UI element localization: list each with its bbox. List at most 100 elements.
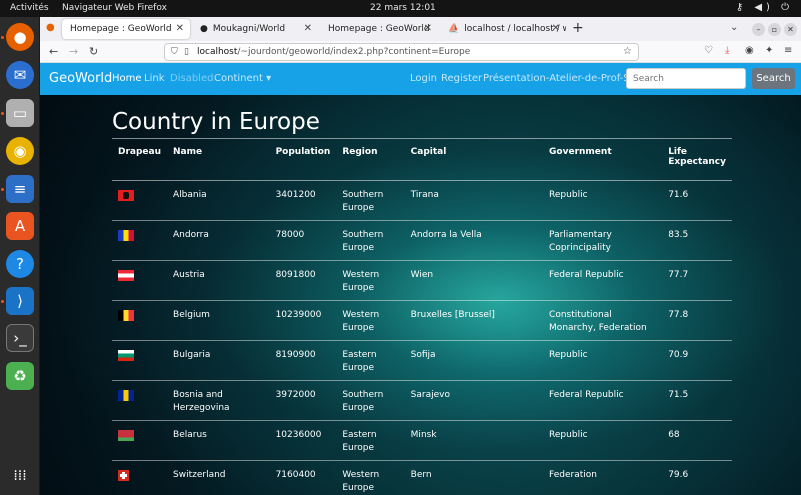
brand-link[interactable]: GeoWorld: [49, 71, 112, 86]
close-window-button[interactable]: ✕: [784, 23, 797, 36]
firefox-menu-icon[interactable]: ●: [46, 22, 55, 33]
flag-icon: [118, 430, 134, 441]
nav-register[interactable]: Register: [441, 73, 482, 84]
life-expectancy-cell: 70.9: [662, 340, 732, 381]
dock: ● ✉ ▭ ◉ ≡ A ? ⟩ ›_ ♻ ⁞⁞⁞: [0, 17, 40, 495]
population-cell: 8091800: [269, 260, 337, 301]
capital-cell: Minsk: [404, 420, 544, 461]
system-tray-icons[interactable]: ⚷ ◀) ⏻: [736, 2, 793, 13]
capital-cell: Andorra la Vella: [404, 220, 544, 261]
vscode-icon[interactable]: ⟩: [6, 287, 34, 315]
capital-cell: Wien: [404, 260, 544, 301]
shield-icon[interactable]: ⛉: [171, 44, 178, 60]
population-cell: 10236000: [269, 420, 337, 461]
nav-login[interactable]: Login: [410, 73, 437, 84]
url-bar[interactable]: ⛉ ▯ localhost/~jourdont/geoworld/index2.…: [164, 43, 639, 61]
close-icon[interactable]: ✕: [552, 23, 560, 34]
capital-cell: Bern: [404, 460, 544, 495]
name-cell: Belgium: [167, 300, 270, 341]
app-menu[interactable]: Navigateur Web Firefox: [62, 3, 167, 13]
life-expectancy-cell: 68: [662, 420, 732, 461]
countries-table: Drapeau Name Population Region Capital G…: [112, 138, 732, 495]
life-expectancy-cell: 83.5: [662, 220, 732, 261]
flag-icon: [118, 350, 134, 361]
population-cell: 8190900: [269, 340, 337, 381]
page-info-icon[interactable]: ▯: [184, 44, 189, 60]
site-navbar: GeoWorld Home Link Disabled Continent ▾ …: [40, 63, 801, 95]
region-cell: Eastern Europe: [336, 420, 405, 461]
extensions-icon[interactable]: ✦: [765, 45, 773, 56]
close-icon[interactable]: ✕: [304, 23, 312, 34]
tab-moukagni-world[interactable]: ● Moukagni/World ✕: [192, 19, 318, 39]
minimize-button[interactable]: –: [752, 23, 765, 36]
rhythmbox-icon[interactable]: ◉: [6, 137, 34, 165]
region-cell: Eastern Europe: [336, 340, 405, 381]
flag-cell: [112, 260, 168, 301]
region-cell: Western Europe: [336, 460, 405, 495]
close-icon[interactable]: ✕: [176, 23, 184, 34]
maximize-button[interactable]: ▫: [768, 23, 781, 36]
bookmark-star-icon[interactable]: ☆: [623, 44, 632, 60]
clock[interactable]: 22 mars 12:01: [370, 3, 436, 13]
table-row: Bosnia and Herzegovina 3972000 Southern Eu…: [112, 380, 732, 421]
flag-icon: [118, 230, 134, 241]
capital-cell: Sarajevo: [404, 380, 544, 421]
search-button[interactable]: Search: [752, 68, 795, 89]
nav-disabled: Disabled: [170, 73, 214, 84]
close-icon[interactable]: ✕: [424, 23, 432, 34]
help-icon[interactable]: ?: [6, 250, 34, 278]
software-center-icon[interactable]: A: [6, 212, 34, 240]
activities-button[interactable]: Activités: [10, 3, 49, 13]
forward-button[interactable]: →: [69, 45, 78, 58]
col-header: Government: [543, 138, 663, 181]
firefox-icon[interactable]: ●: [6, 23, 34, 51]
col-header: Drapeau: [112, 138, 168, 181]
region-cell: Southern Europe: [336, 180, 405, 221]
life-expectancy-cell: 71.5: [662, 380, 732, 421]
tab-homepage-geoworld-2[interactable]: Homepage : GeoWorld ✕: [320, 19, 438, 39]
show-apps-icon[interactable]: ⁞⁞⁞: [6, 462, 34, 490]
downloads-icon[interactable]: ⤓: [725, 45, 729, 56]
flag-cell: [112, 380, 168, 421]
url-host: localhost: [197, 47, 238, 57]
government-cell: Federal Republic: [543, 380, 663, 421]
tab-bar: ● Homepage : GeoWorld ✕ ● Moukagni/World…: [40, 17, 801, 41]
page-title: Country in Europe: [112, 109, 320, 135]
tab-label: Moukagni/World: [212, 24, 286, 34]
files-icon[interactable]: ▭: [6, 99, 34, 127]
new-tab-button[interactable]: +: [572, 20, 584, 36]
account-icon[interactable]: ◉: [745, 45, 754, 56]
population-cell: 3401200: [269, 180, 337, 221]
government-cell: Republic: [543, 180, 663, 221]
system-top-bar: Activités Navigateur Web Firefox 22 mars…: [0, 0, 801, 17]
nav-home[interactable]: Home: [112, 73, 142, 84]
tab-label: Homepage : GeoWorld: [70, 24, 172, 34]
url-path: /~jourdont/geoworld/index2.php?continent…: [237, 47, 471, 57]
tab-homepage-geoworld[interactable]: Homepage : GeoWorld ✕: [62, 19, 190, 39]
search-input[interactable]: [626, 68, 746, 89]
flag-cell: [112, 340, 168, 381]
table-row: Switzerland 7160400 Western Europe Bern Fede…: [112, 460, 732, 495]
thunderbird-icon[interactable]: ✉: [6, 61, 34, 89]
terminal-icon[interactable]: ›_: [6, 324, 34, 352]
col-header: Region: [336, 138, 405, 181]
table-row: Belgium 10239000 Western Europe Bruxelles […: [112, 300, 732, 341]
nav-link[interactable]: Link: [144, 73, 164, 84]
government-cell: Republic: [543, 340, 663, 381]
tab-list-icon[interactable]: ⌄: [730, 22, 738, 33]
writer-icon[interactable]: ≡: [6, 175, 34, 203]
nav-continent-dropdown[interactable]: Continent ▾: [214, 73, 271, 84]
pocket-icon[interactable]: ♡: [704, 45, 713, 56]
trash-icon[interactable]: ♻: [6, 362, 34, 390]
flag-icon: [118, 190, 134, 201]
table-row: Bulgaria 8190900 Eastern Europe Sofija Repub…: [112, 340, 732, 381]
reload-button[interactable]: ↻: [89, 45, 98, 58]
flag-cell: [112, 300, 168, 341]
population-cell: 78000: [269, 220, 337, 261]
flag-cell: [112, 180, 168, 221]
name-cell: Andorra: [167, 220, 270, 261]
back-button[interactable]: ←: [49, 45, 58, 58]
region-cell: Southern Europe: [336, 220, 405, 261]
menu-icon[interactable]: ≡: [784, 45, 792, 56]
tab-phpmyadmin[interactable]: ⛵ localhost / localhost / w ✕: [440, 19, 566, 39]
